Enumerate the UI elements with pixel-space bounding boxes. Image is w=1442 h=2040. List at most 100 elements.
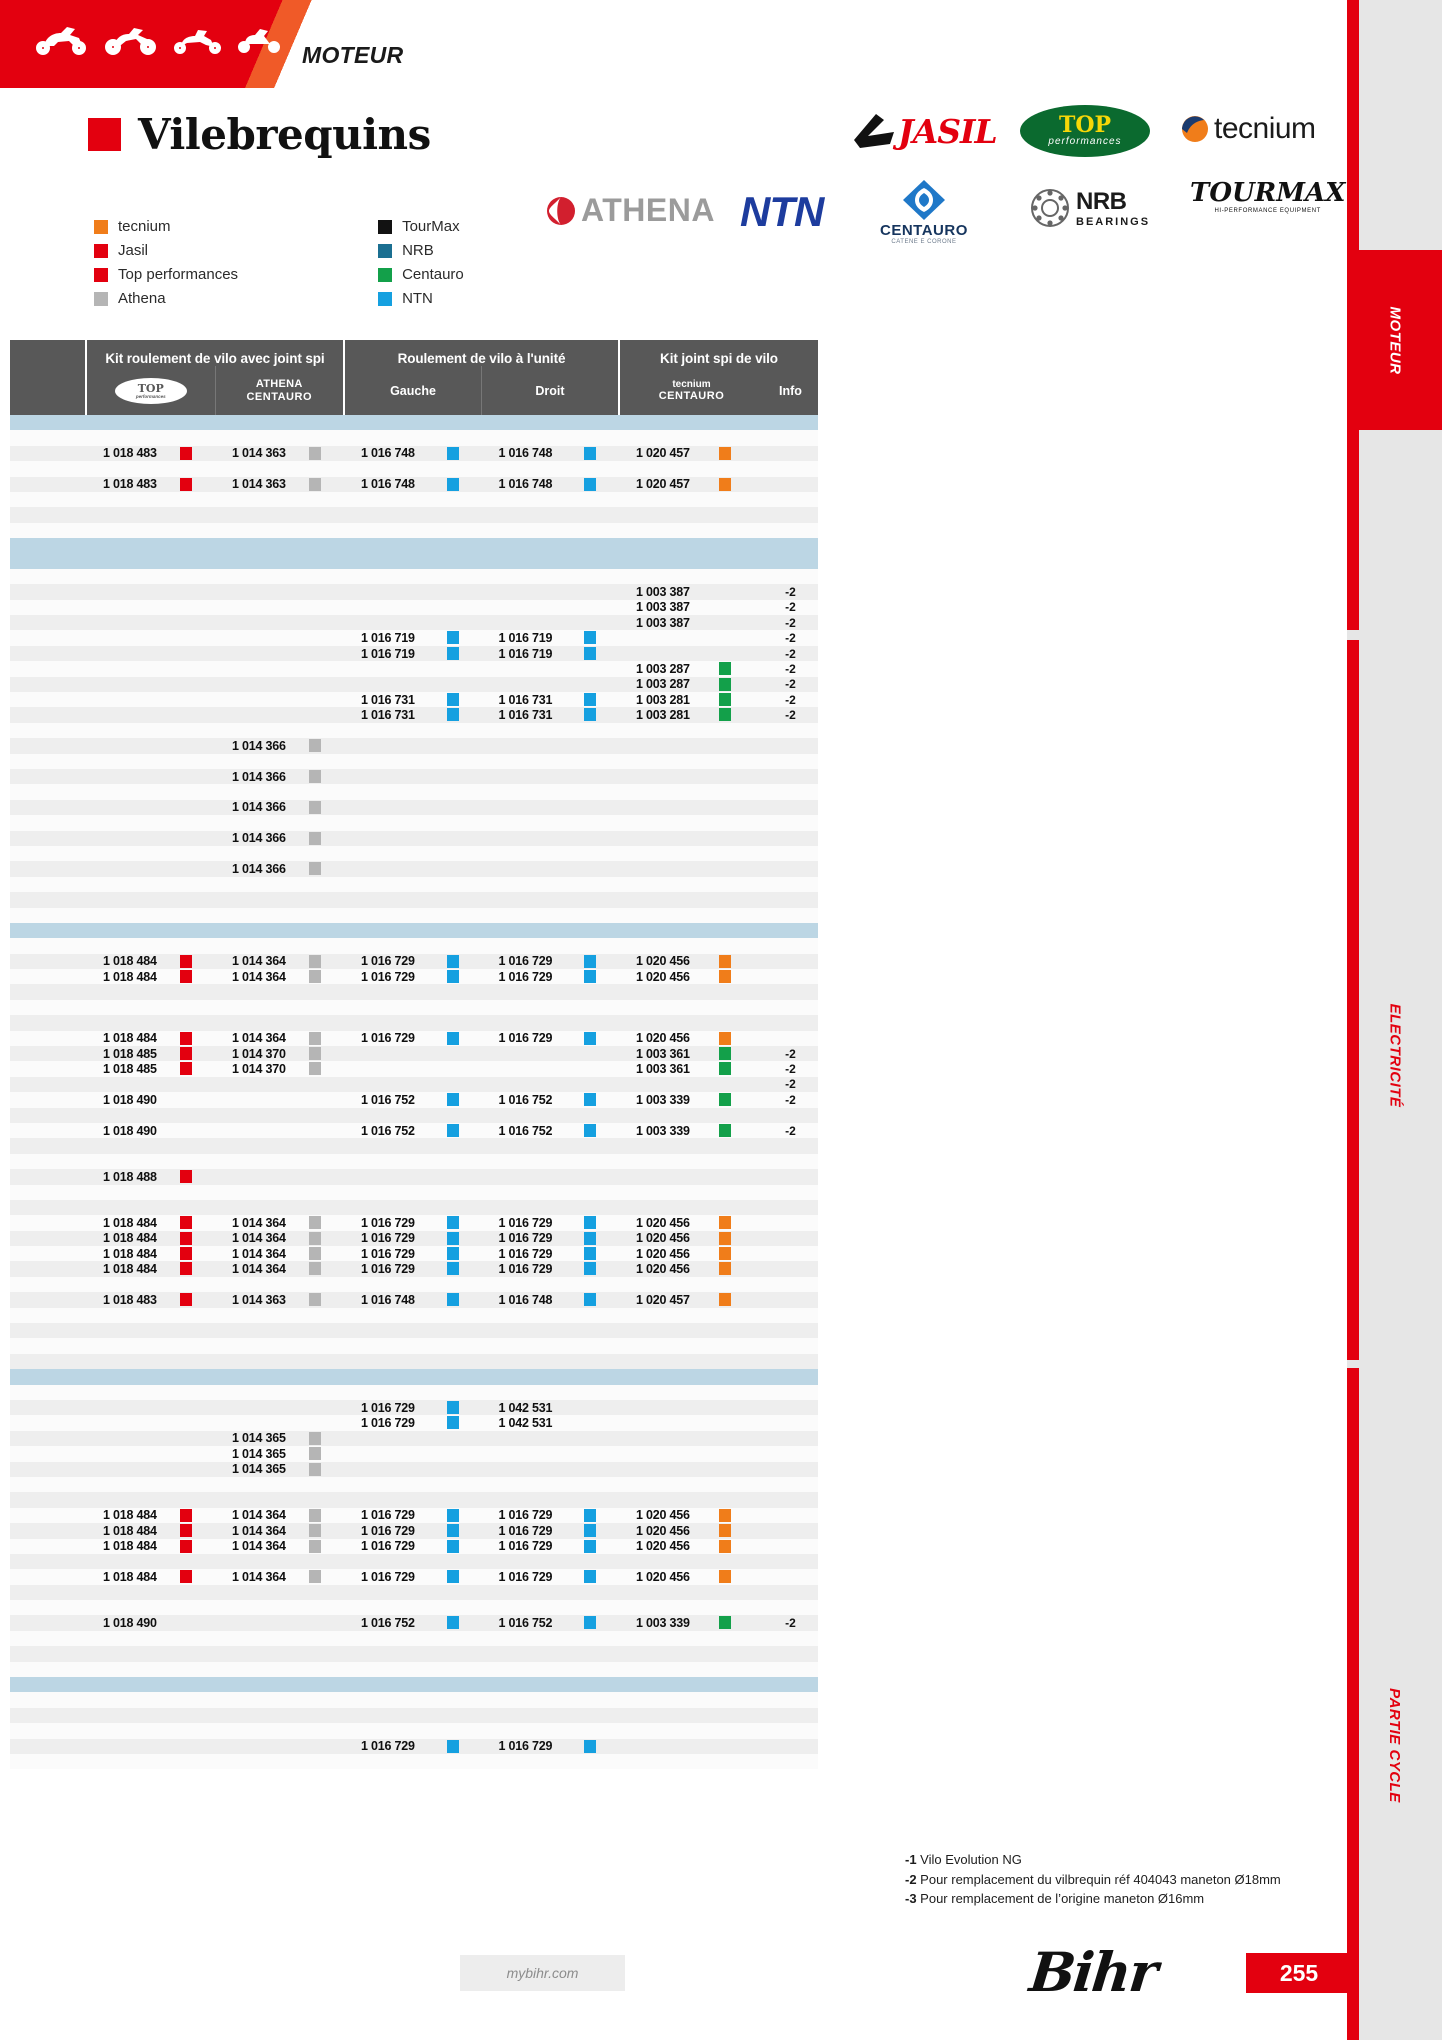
table-row [10,1553,818,1570]
table-cell-c0 [10,1523,85,1538]
rail-tab-electricite[interactable]: ELECTRICITÉ [1347,955,1442,1155]
table-row: 1 018 485 1 014 370 1 003 361 -2 [10,1061,818,1077]
table-cell-c3 [343,1138,481,1153]
table-cell-c3 [343,1446,481,1461]
table-cell-c3 [343,1277,481,1292]
table-cell-c0 [10,954,85,969]
table-row: 1 018 490 1 016 752 1 016 752 1 003 339 -2 [10,1122,818,1139]
header-centauro-wordmark-1: CENTAURO [246,390,312,403]
part-number: 1 014 366 [232,800,286,815]
table-cell-c2 [214,630,343,645]
part-number: 1 003 387 [636,600,690,615]
table-cell-c3 [343,1185,481,1200]
table-cell-c3 [343,923,481,938]
table-cell-c4 [481,877,619,892]
info-note: -2 [785,661,796,676]
brand-color-swatch [180,1031,192,1045]
table-cell-c4 [481,800,619,815]
header-group-kit-roulement-title: Kit roulement de vilo avec joint spi [105,351,325,366]
table-row [10,722,818,739]
table-row: 1 018 484 1 014 364 1 016 729 1 016 729 1 02… [10,1538,818,1554]
part-number: 1 018 488 [103,1169,157,1184]
part-number: 1 016 731 [498,692,553,707]
table-cell-c5 [618,430,763,445]
table-cell-c5 [618,923,763,938]
brand-color-swatch [719,662,731,676]
table-cell-c4 [481,430,619,445]
table-cell-c0 [10,938,85,953]
part-number: 1 016 719 [498,631,553,646]
table-cell-c5 [618,784,763,799]
table-cell-c2 [214,1338,343,1353]
table-cell-c4 [481,1492,619,1507]
table-cell-c1 [85,1677,214,1692]
table-cell-c4 [481,1585,619,1600]
table-row: 1 016 719 1 016 719 -2 [10,645,818,662]
part-number: 1 018 490 [103,1092,157,1107]
table-cell-c1: 1 018 484 [85,1246,214,1261]
brand-color-swatch [309,800,321,814]
table-cell-c1 [85,1015,214,1030]
table-cell-c5: 1 020 456 [618,1523,763,1538]
brand-color-swatch [584,646,596,660]
nrb-wordmark: NRB [1076,188,1127,215]
table-cell-c6 [763,1539,818,1554]
table-body: 1 018 483 1 014 363 1 016 748 1 016 748 1 02… [10,415,818,1770]
table-cell-c1: 1 018 484 [85,1523,214,1538]
table-cell-c4: 1 016 729 [481,969,619,984]
table-cell-c3 [343,1723,481,1738]
table-row [10,999,818,1016]
brand-color-swatch [309,1293,321,1307]
table-cell-c5 [618,1077,763,1092]
part-number: 1 014 363 [232,446,286,461]
table-row [10,753,818,769]
legend-label-tecnium: tecnium [118,218,171,235]
table-cell-c3 [343,1492,481,1507]
brand-color-swatch [309,862,321,876]
table-cell-c3: 1 016 729 [343,1523,481,1538]
table-cell-c1 [85,1646,214,1661]
part-number: 1 016 729 [498,1523,553,1538]
part-number: 1 014 364 [232,969,286,984]
website-badge[interactable]: mybihr.com [460,1955,625,1991]
footnotes-block: -1 Vilo Evolution NG -2 Pour remplacement… [905,1850,1281,1909]
table-row [10,430,818,446]
table-cell-c2: 1 014 366 [214,831,343,846]
table-cell-c4 [481,738,619,753]
brand-color-swatch [719,1524,731,1538]
legend-column-left: tecnium Jasil Top performances Athena [94,218,238,307]
info-note: -2 [785,1062,796,1077]
table-cell-c5 [618,1723,763,1738]
table-cell-c3: 1 016 729 [343,1246,481,1261]
table-cell-c0 [10,861,85,876]
table-row [10,491,818,508]
tourmax-wrap: TOURMAX HI-PERFORMANCE EQUIPMENT [1190,178,1345,214]
part-number: 1 014 365 [232,1462,286,1477]
info-note: -2 [785,600,796,615]
brand-color-swatch [309,1508,321,1522]
table-cell-c5 [618,1308,763,1323]
table-row: 1 018 484 1 014 364 1 016 729 1 016 729 1 02… [10,1261,818,1277]
part-number: 1 014 364 [232,1231,286,1246]
table-cell-c4: 1 016 719 [481,646,619,661]
brand-color-swatch [180,1247,192,1261]
table-cell-c3: 1 016 729 [343,1508,481,1523]
table-cell-c4 [481,1754,619,1769]
table-cell-c2: 1 014 363 [214,446,343,461]
table-cell-c2: 1 014 364 [214,1569,343,1584]
header-group-roulement-unite: Roulement de vilo à l'unité Gauche Droit [343,340,618,415]
part-number: 1 018 484 [103,1246,157,1261]
tourmax-wordmark: TOURMAX [1190,178,1346,208]
table-cell-c4 [481,923,619,938]
brand-color-swatch [180,1262,192,1276]
table-cell-c3 [343,600,481,615]
table-cell-c6 [763,815,818,830]
rail-tab-partie-cycle[interactable]: PARTIE CYCLE [1347,1640,1442,1850]
table-cell-c2 [214,815,343,830]
top-performances-wordmark: TOP [1058,112,1112,139]
table-cell-c6 [763,1708,818,1723]
table-cell-c2 [214,784,343,799]
rail-tab-moteur[interactable]: MOTEUR [1347,250,1442,430]
legend-swatch-tourmax [378,219,393,234]
table-row: 1 003 387 -2 [10,599,818,616]
